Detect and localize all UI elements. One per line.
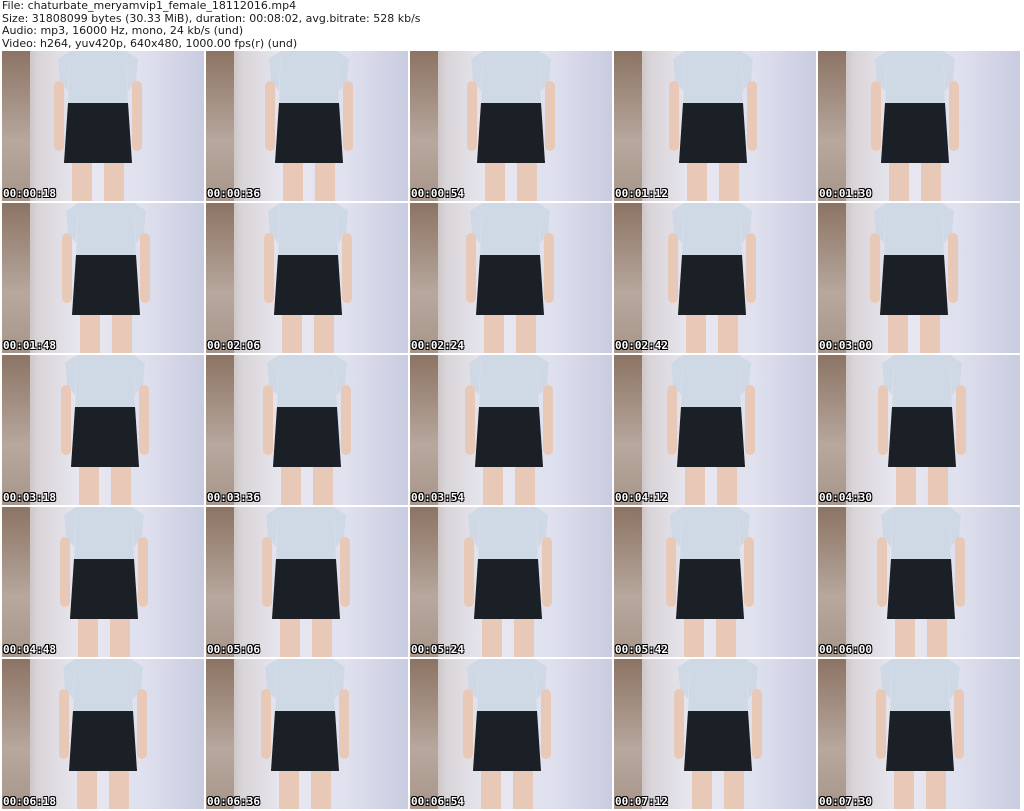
thumbnail-timestamp: 00:07:12 [615, 795, 668, 808]
thumbnail-timestamp: 00:00:18 [3, 187, 56, 200]
video-thumbnail: 00:04:12 [614, 355, 816, 505]
thumbnail-timestamp: 00:06:36 [207, 795, 260, 808]
figure-image [465, 355, 553, 505]
thumbnail-timestamp: 00:00:54 [411, 187, 464, 200]
figure-image [264, 203, 352, 353]
figure-image [878, 355, 966, 505]
figure-image [870, 203, 958, 353]
figure-image [464, 507, 552, 657]
video-thumbnail: 00:07:30 [818, 659, 1020, 809]
video-info-line: Video: h264, yuv420p, 640x480, 1000.00 f… [2, 36, 298, 50]
figure-image [261, 659, 349, 809]
thumbnail-timestamp: 00:05:24 [411, 643, 464, 656]
figure-image [667, 355, 755, 505]
figure-image [265, 51, 353, 201]
thumbnail-timestamp: 00:07:30 [819, 795, 872, 808]
thumbnail-timestamp: 00:01:30 [819, 187, 872, 200]
figure-image [877, 507, 965, 657]
video-thumbnail: 00:03:36 [206, 355, 408, 505]
thumbnail-timestamp: 00:02:24 [411, 339, 464, 352]
video-thumbnail: 00:01:48 [2, 203, 204, 353]
thumbnail-timestamp: 00:05:06 [207, 643, 260, 656]
file-info-header: File: chaturbate_meryamvip1_female_18112… [2, 0, 421, 50]
video-thumbnail: 00:07:12 [614, 659, 816, 809]
video-thumbnail: 00:06:36 [206, 659, 408, 809]
thumbnail-timestamp: 00:03:18 [3, 491, 56, 504]
figure-image [668, 203, 756, 353]
thumbnail-timestamp: 00:06:18 [3, 795, 56, 808]
video-thumbnail: 00:05:24 [410, 507, 612, 657]
figure-image [61, 355, 149, 505]
figure-image [59, 659, 147, 809]
figure-image [467, 51, 555, 201]
thumbnail-timestamp: 00:06:00 [819, 643, 872, 656]
thumbnail-timestamp: 00:03:54 [411, 491, 464, 504]
thumbnail-timestamp: 00:02:06 [207, 339, 260, 352]
figure-image [263, 355, 351, 505]
file-name-line: File: chaturbate_meryamvip1_female_18112… [2, 0, 297, 12]
figure-image [62, 203, 150, 353]
figure-image [54, 51, 142, 201]
thumbnail-grid: 00:00:18 00:00:36 00:00:54 00:01:12 00:01:30… [2, 51, 1022, 811]
thumbnail-timestamp: 00:05:42 [615, 643, 668, 656]
figure-image [463, 659, 551, 809]
video-thumbnail: 00:05:06 [206, 507, 408, 657]
video-thumbnail: 00:02:42 [614, 203, 816, 353]
figure-image [669, 51, 757, 201]
video-thumbnail: 00:00:54 [410, 51, 612, 201]
thumbnail-timestamp: 00:04:12 [615, 491, 668, 504]
thumbnail-timestamp: 00:06:54 [411, 795, 464, 808]
thumbnail-timestamp: 00:03:36 [207, 491, 260, 504]
video-thumbnail: 00:01:30 [818, 51, 1020, 201]
figure-image [262, 507, 350, 657]
thumbnail-timestamp: 00:01:12 [615, 187, 668, 200]
thumbnail-timestamp: 00:00:36 [207, 187, 260, 200]
video-thumbnail: 00:00:36 [206, 51, 408, 201]
video-thumbnail: 00:04:48 [2, 507, 204, 657]
thumbnail-timestamp: 00:04:30 [819, 491, 872, 504]
video-thumbnail: 00:03:00 [818, 203, 1020, 353]
audio-info-line: Audio: mp3, 16000 Hz, mono, 24 kb/s (und… [2, 24, 244, 37]
video-thumbnail: 00:04:30 [818, 355, 1020, 505]
video-thumbnail: 00:02:24 [410, 203, 612, 353]
video-thumbnail: 00:02:06 [206, 203, 408, 353]
figure-image [466, 203, 554, 353]
figure-image [666, 507, 754, 657]
figure-image [674, 659, 762, 809]
figure-image [871, 51, 959, 201]
thumbnail-timestamp: 00:01:48 [3, 339, 56, 352]
thumbnail-timestamp: 00:02:42 [615, 339, 668, 352]
video-thumbnail: 00:00:18 [2, 51, 204, 201]
figure-image [876, 659, 964, 809]
video-thumbnail: 00:05:42 [614, 507, 816, 657]
thumbnail-timestamp: 00:04:48 [3, 643, 56, 656]
video-thumbnail: 00:06:18 [2, 659, 204, 809]
video-thumbnail: 00:06:00 [818, 507, 1020, 657]
video-thumbnail: 00:03:54 [410, 355, 612, 505]
video-thumbnail: 00:06:54 [410, 659, 612, 809]
video-thumbnail: 00:01:12 [614, 51, 816, 201]
video-thumbnail: 00:03:18 [2, 355, 204, 505]
figure-image [60, 507, 148, 657]
thumbnail-timestamp: 00:03:00 [819, 339, 872, 352]
